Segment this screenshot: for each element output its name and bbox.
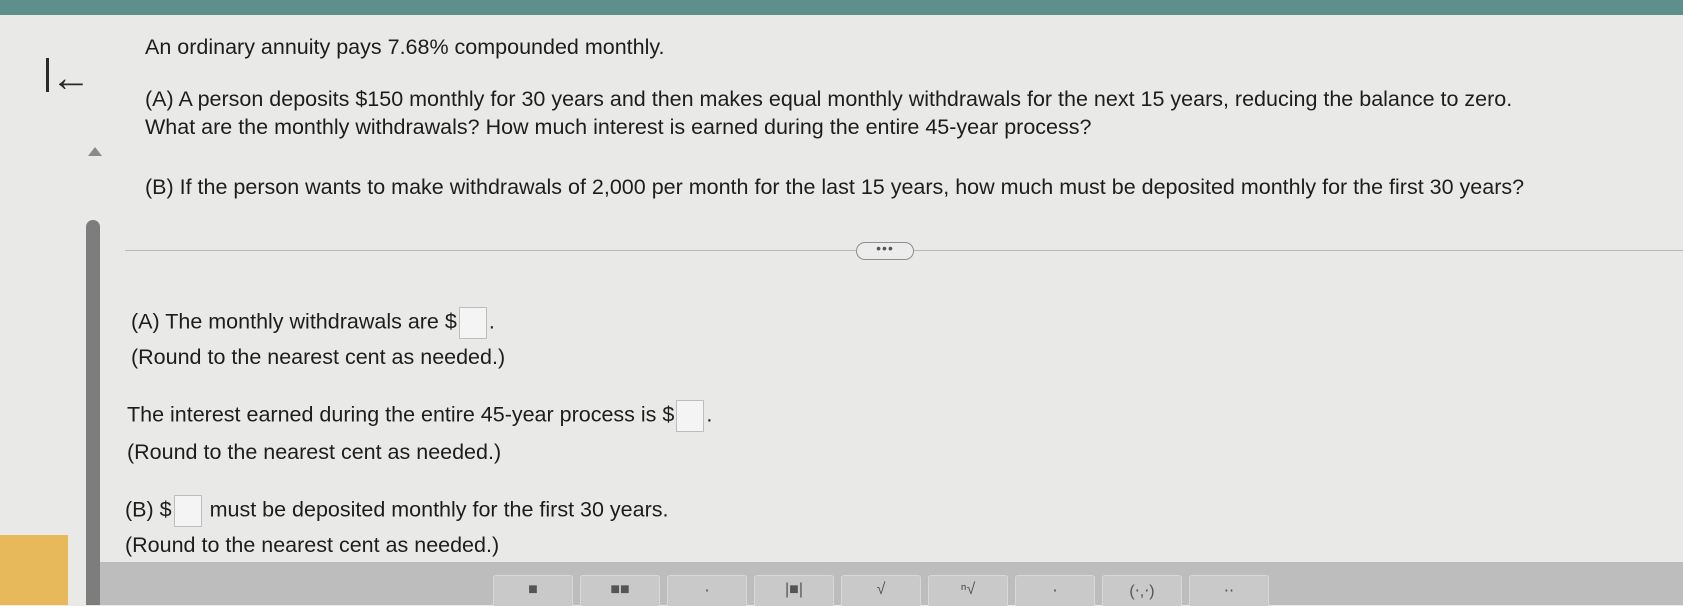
toolbar-button[interactable]: ■■: [580, 575, 660, 606]
question-part-a-line2: What are the monthly withdrawals? How mu…: [145, 115, 1092, 139]
question-part-b: (B) If the person wants to make withdraw…: [145, 175, 1525, 199]
answer-a2-note: (Round to the nearest cent as needed.): [127, 440, 502, 464]
toolbar-button[interactable]: ⋅: [1015, 575, 1095, 606]
back-to-first-icon[interactable]: ←: [46, 58, 91, 98]
answer-b-prefix: (B) $: [125, 497, 172, 522]
scrollbar[interactable]: [86, 220, 100, 605]
triangle-up-icon[interactable]: [88, 147, 102, 156]
monthly-withdrawal-input[interactable]: [458, 307, 487, 339]
side-tab: [0, 535, 68, 605]
question-part-a-line1: (A) A person deposits $150 monthly for 3…: [145, 87, 1513, 111]
toolbar-button[interactable]: √: [841, 575, 921, 606]
answer-b: (B) $ must be deposited monthly for the …: [125, 495, 668, 527]
toolbar-button[interactable]: |■|: [754, 575, 834, 606]
answer-a1-note: (Round to the nearest cent as needed.): [131, 345, 506, 369]
answer-b-note: (Round to the nearest cent as needed.): [125, 533, 500, 557]
answer-a1-suffix: .: [488, 309, 495, 334]
toolbar-button[interactable]: ⁿ√: [928, 575, 1008, 606]
answer-a2-prefix: The interest earned during the entire 45…: [127, 402, 675, 427]
answer-b-suffix: must be deposited monthly for the first …: [209, 497, 669, 522]
toolbar-button[interactable]: ■: [493, 575, 573, 606]
answer-a2-suffix: .: [706, 402, 713, 427]
interest-earned-input[interactable]: [676, 400, 705, 432]
question-intro: An ordinary annuity pays 7.68% compounde…: [145, 35, 665, 59]
answer-a1-prefix: (A) The monthly withdrawals are $: [131, 309, 457, 334]
more-button[interactable]: •••: [856, 241, 914, 260]
answer-a2: The interest earned during the entire 45…: [127, 400, 712, 432]
toolbar-button[interactable]: ⋅⋅: [1189, 575, 1269, 606]
toolbar-button[interactable]: (⋅,⋅): [1102, 575, 1182, 606]
toolbar-button[interactable]: ⋅: [667, 575, 747, 606]
top-bar: [0, 0, 1683, 15]
monthly-deposit-input[interactable]: [173, 495, 202, 527]
answer-a1: (A) The monthly withdrawals are $.: [131, 307, 495, 339]
